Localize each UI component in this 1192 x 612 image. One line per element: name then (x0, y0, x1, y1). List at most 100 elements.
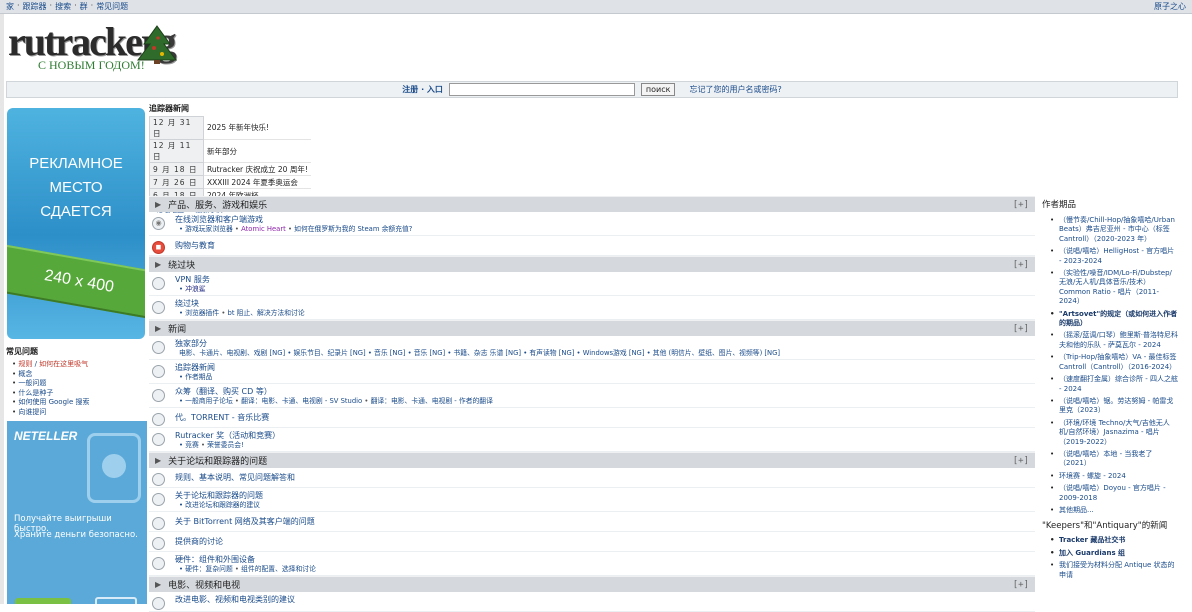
faq-box: 常见问题 规则 / 如何在这里吸气 概念 一般问题 什么是种子 如何使用 Goo… (6, 346, 146, 417)
nav-groups[interactable]: 群 (80, 1, 88, 12)
keepers-news-item[interactable]: 我们接受为材料分配 Antique 状态的申请 (1050, 561, 1178, 580)
triangle-icon: ▶ (155, 200, 162, 209)
nav-sep: · (74, 1, 77, 10)
expand-toggle[interactable]: [+] (1013, 456, 1029, 466)
nav-tracker[interactable]: 跟踪器 (23, 1, 47, 12)
shop-icon: ◼ (152, 241, 165, 254)
register-login-link[interactable]: 注册 · 入口 (402, 84, 443, 95)
forum-status-icon (152, 557, 165, 570)
forum-title[interactable]: 提供商的讨论 (175, 536, 223, 547)
category-header[interactable]: ▶ 关于论坛和跟踪器的问题 [+] (149, 452, 1035, 468)
faq-title: 常见问题 (6, 347, 38, 356)
forum-title[interactable]: 众筹（翻译、购买 CD 等） (175, 386, 493, 397)
logo-subtitle: С НОВЫМ ГОДОМ! (38, 58, 145, 72)
forum-row: 硬件：组件和外围设备 • 硬件：复杂问题 • 组件的配置、选择和讨论 (149, 552, 1035, 576)
news-link[interactable]: 2025 年新年快乐! (203, 116, 311, 140)
author-pick-item[interactable]: （Trip-Hop/抽象嘻哈）VA - 最佳标签 Cantroll（Cantro… (1050, 353, 1178, 372)
nav-sep: · (49, 1, 53, 10)
keepers-news-item[interactable]: 加入 Guardians 组 (1050, 549, 1178, 559)
keepers-news-item[interactable]: Tracker 藏品社交书 (1050, 536, 1178, 546)
category-header[interactable]: ▶ 电影、视频和电视 [+] (149, 576, 1035, 592)
forum-title[interactable]: 规则、基本说明、常见问题解答和 (175, 472, 295, 483)
top-nav-links: 家 · 跟踪器 · 搜索 · 群 · 常见问题 (6, 1, 128, 12)
category-header[interactable]: ▶ 绕过块 [+] (149, 256, 1035, 272)
forum-title[interactable]: 绕过块 (175, 298, 305, 309)
forum-row: 规则、基本说明、常见问题解答和 (149, 468, 1035, 488)
subforums: • 改进论坛和跟踪器的建议 (179, 501, 260, 509)
forum-title[interactable]: Rutracker 奖（活动和竞赛） (175, 430, 280, 441)
nav-faq[interactable]: 常见问题 (96, 1, 128, 12)
author-pick-item[interactable]: （说唱/嘻哈）HelligHost - 官方唱片 - 2023-2024 (1050, 247, 1178, 266)
page-scrollbar[interactable] (0, 0, 4, 604)
nav-sep: · (90, 1, 94, 10)
author-pick-item[interactable]: （速度翻打金属）综合诊所 - 四人之舷 - 2024 (1050, 375, 1178, 394)
expand-toggle[interactable]: [+] (1013, 200, 1029, 210)
author-picks-list: （慢节奏/Chill-Hop/抽象嘻哈/Urban Beats）弗吉尼亚州 - … (1040, 216, 1178, 516)
faq-item[interactable]: 概念 (12, 370, 146, 380)
category-header[interactable]: ▶ 产品、服务、游戏和娱乐 [+] (149, 196, 1035, 212)
ad-text: РЕКЛАМНОЕ МЕСТО СДАЕТСЯ (29, 155, 123, 220)
forum-row: 改进电影、视频和电视类别的建议 (149, 592, 1035, 612)
faq-item[interactable]: 规则 / 如何在这里吸气 (12, 360, 146, 370)
search-button[interactable]: поиск (640, 83, 676, 96)
faq-item[interactable]: 一般问题 (12, 379, 146, 389)
forum-title[interactable]: 硬件：组件和外围设备 (175, 554, 316, 565)
forum-row: 提供商的讨论 (149, 532, 1035, 552)
news-row: 12 月 11 日新年部分 (149, 139, 311, 163)
author-pick-item[interactable]: （说唱/嘻哈）本地 - 当我老了（2021） (1050, 450, 1178, 469)
forum-title[interactable]: 关于 BitTorrent 网络及其客户端的问题 (175, 516, 315, 527)
expand-toggle[interactable]: [+] (1013, 580, 1029, 590)
nav-home[interactable]: 家 (6, 1, 14, 12)
forum-title[interactable]: 代。TORRENT - 音乐比赛 (175, 412, 269, 423)
forum-index: ▶ 产品、服务、游戏和娱乐 [+] ◉ 在线浏览器和客户端游戏 • 游戏玩家浏览器 … (149, 196, 1035, 612)
neteller-ad[interactable]: NETELLER Получайте выигрыши быстро. Хран… (7, 421, 147, 604)
news-row: 9 月 18 日 Rutracker 庆祝成立 20 周年! (149, 162, 311, 176)
forum-status-icon (152, 473, 165, 486)
top-nav-bar: 家 · 跟踪器 · 搜索 · 群 · 常见问题 原子之心 (0, 0, 1192, 14)
more-picks-link[interactable]: 其他期品... (1050, 506, 1178, 516)
forgot-password-link[interactable]: 忘记了您的用户名或密码? (689, 84, 781, 95)
topbar-right-link[interactable]: 原子之心 (1154, 1, 1186, 12)
author-pick-item[interactable]: （慢节奏/Chill-Hop/抽象嘻哈/Urban Beats）弗吉尼亚州 - … (1050, 216, 1178, 244)
category-header[interactable]: ▶ 新闻 [+] (149, 320, 1035, 336)
author-pick-item[interactable]: （说唱/嘻哈）锯。劳达努姆 - 帕雷戈里克（2023） (1050, 397, 1178, 416)
faq-item[interactable]: 向谁提问 (12, 408, 146, 418)
ad-banner-240x400[interactable]: РЕКЛАМНОЕ МЕСТО СДАЕТСЯ 240 x 400 (7, 108, 145, 339)
safe-icon (87, 433, 141, 503)
forum-title[interactable]: VPN 服务 (175, 274, 210, 285)
author-pick-item[interactable]: （环境/环境 Techno/大气/吉他无人机/自然环境）Jasnazima - … (1050, 419, 1178, 447)
forum-row: ◉ 在线浏览器和客户端游戏 • 游戏玩家浏览器 • Atomic Heart •… (149, 212, 1035, 236)
site-logo[interactable]: rutrackerg С НОВЫМ ГОДОМ! (8, 18, 198, 74)
author-pick-item[interactable]: "Artsovet"的规定（或如何进入作者的期品） (1050, 310, 1178, 329)
news-table: 12 月 31 日 2025 年新年快乐! 12 月 11 日新年部分 9 月 1… (149, 116, 311, 202)
forum-title[interactable]: 独家部分 (175, 338, 780, 349)
search-input[interactable] (448, 83, 635, 96)
expand-toggle[interactable]: [+] (1013, 324, 1029, 334)
subforums: • 竞赛 • 荣誉委员会! (179, 441, 244, 449)
faq-item[interactable]: 什么是种子 (12, 389, 146, 399)
triangle-icon: ▶ (155, 324, 162, 333)
neteller-cta[interactable] (15, 598, 71, 604)
forum-row: 关于论坛和跟踪器的问题 • 改进论坛和跟踪器的建议 (149, 488, 1035, 512)
forum-title[interactable]: 在线浏览器和客户端游戏 (175, 214, 412, 225)
author-pick-item[interactable]: （摇滚/蓝调/口琴）鲍里斯·普洛特尼科夫和他的乐队 - 萨莫瓦尔 - 2024 (1050, 331, 1178, 350)
subforums[interactable]: 电影、卡通片、电视剧、戏剧 [NG] • 娱乐节目、纪录片 [NG] • 音乐 … (175, 349, 780, 358)
login-bar: 注册 · 入口 поиск 忘记了您的用户名或密码? (6, 81, 1178, 98)
forum-row: Rutracker 奖（活动和竞赛） • 竞赛 • 荣誉委员会! (149, 428, 1035, 452)
expand-toggle[interactable]: [+] (1013, 260, 1029, 270)
forum-title[interactable]: 追踪器新闻 (175, 362, 215, 373)
author-pick-item[interactable]: （实验性/噪音/IDM/Lo-Fi/Dubstep/无浪/无人机/具体音乐/技术… (1050, 269, 1178, 307)
forum-status-icon (152, 365, 165, 378)
author-pick-item[interactable]: 环境赛 - 螺旋 - 2024 (1050, 472, 1178, 482)
faq-item[interactable]: 如何使用 Google 搜索 (12, 398, 146, 408)
forum-title[interactable]: 关于论坛和跟踪器的问题 (175, 490, 263, 501)
right-sidebar: 作者期品 （慢节奏/Chill-Hop/抽象嘻哈/Urban Beats）弗吉尼… (1040, 196, 1178, 583)
forum-title[interactable]: 购物与教育 (175, 240, 215, 251)
author-pick-item[interactable]: （说唱/嘻哈）Doyou - 官方唱片 - 2009-2018 (1050, 484, 1178, 503)
news-link[interactable]: XXXIII 2024 年夏季奥运会 (203, 175, 311, 189)
subforums: • 冲浪鲨 (179, 285, 206, 293)
nav-search[interactable]: 搜索 (55, 1, 71, 12)
forum-title[interactable]: 改进电影、视频和电视类别的建议 (175, 594, 295, 605)
news-link[interactable]: 新年部分 (203, 139, 311, 163)
news-link[interactable]: Rutracker 庆祝成立 20 周年! (203, 162, 311, 176)
